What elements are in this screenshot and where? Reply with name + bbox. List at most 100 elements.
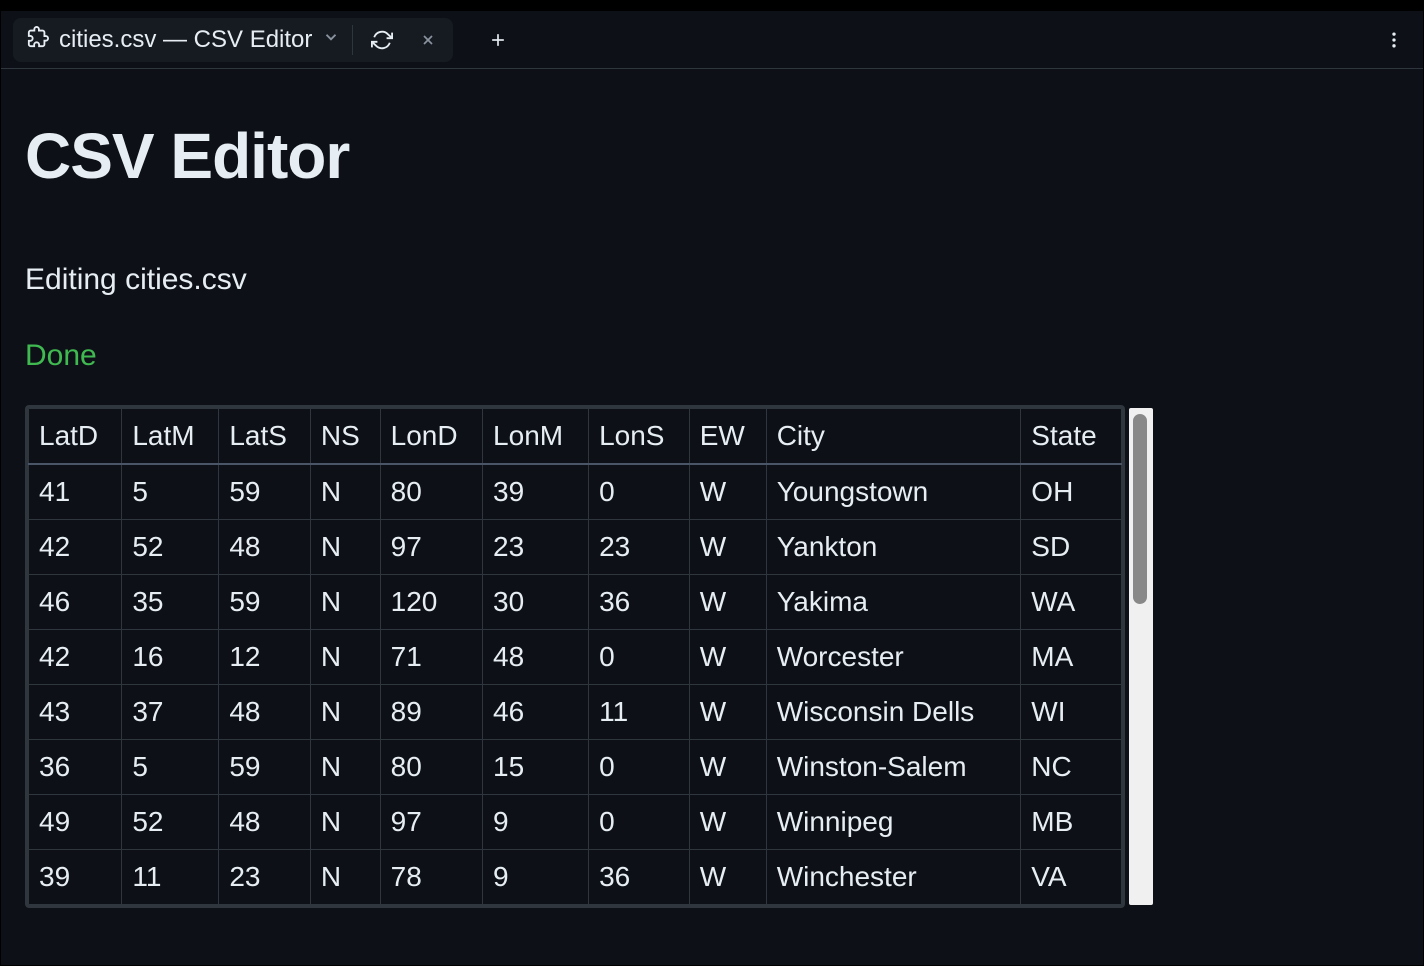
table-cell[interactable]: N — [310, 575, 380, 630]
table-cell[interactable]: 36 — [29, 740, 122, 795]
table-cell[interactable]: 46 — [483, 685, 589, 740]
table-cell[interactable]: N — [310, 850, 380, 905]
table-cell[interactable]: VA — [1021, 850, 1122, 905]
table-cell[interactable]: NC — [1021, 740, 1122, 795]
table-cell[interactable]: 39 — [29, 850, 122, 905]
active-tab[interactable]: cities.csv — CSV Editor — [13, 18, 453, 62]
done-link[interactable]: Done — [25, 339, 97, 373]
table-cell[interactable]: 37 — [122, 685, 219, 740]
table-cell[interactable]: 48 — [483, 630, 589, 685]
close-tab-icon[interactable] — [411, 23, 445, 57]
table-cell[interactable]: 35 — [122, 575, 219, 630]
column-header[interactable]: EW — [689, 409, 766, 465]
table-cell[interactable]: Yakima — [766, 575, 1021, 630]
table-cell[interactable]: 120 — [380, 575, 482, 630]
table-cell[interactable]: 36 — [589, 575, 690, 630]
table-cell[interactable]: 59 — [219, 740, 311, 795]
column-header[interactable]: LonM — [483, 409, 589, 465]
table-cell[interactable]: 97 — [380, 520, 482, 575]
table-row: 425248N972323WYanktonSD — [29, 520, 1122, 575]
table-cell[interactable]: 23 — [219, 850, 311, 905]
table-cell[interactable]: 0 — [589, 630, 690, 685]
column-header[interactable]: LatS — [219, 409, 311, 465]
table-cell[interactable]: N — [310, 520, 380, 575]
table-cell[interactable]: 80 — [380, 740, 482, 795]
table-cell[interactable]: 0 — [589, 795, 690, 850]
column-header[interactable]: State — [1021, 409, 1122, 465]
table-cell[interactable]: 52 — [122, 795, 219, 850]
table-cell[interactable]: W — [689, 575, 766, 630]
column-header[interactable]: City — [766, 409, 1021, 465]
table-cell[interactable]: W — [689, 795, 766, 850]
table-cell[interactable]: 46 — [29, 575, 122, 630]
table-cell[interactable]: Wisconsin Dells — [766, 685, 1021, 740]
more-menu-icon[interactable] — [1377, 23, 1411, 57]
table-cell[interactable]: 23 — [483, 520, 589, 575]
table-cell[interactable]: 5 — [122, 464, 219, 520]
column-header[interactable]: LatM — [122, 409, 219, 465]
table-cell[interactable]: W — [689, 630, 766, 685]
table-cell[interactable]: 15 — [483, 740, 589, 795]
table-cell[interactable]: Worcester — [766, 630, 1021, 685]
table-cell[interactable]: 52 — [122, 520, 219, 575]
table-cell[interactable]: 23 — [589, 520, 690, 575]
table-cell[interactable]: WA — [1021, 575, 1122, 630]
table-cell[interactable]: 59 — [219, 464, 311, 520]
column-header[interactable]: LonS — [589, 409, 690, 465]
table-cell[interactable]: MA — [1021, 630, 1122, 685]
table-cell[interactable]: N — [310, 795, 380, 850]
refresh-icon[interactable] — [365, 23, 399, 57]
table-cell[interactable]: 42 — [29, 520, 122, 575]
table-cell[interactable]: W — [689, 464, 766, 520]
table-cell[interactable]: 71 — [380, 630, 482, 685]
table-cell[interactable]: 39 — [483, 464, 589, 520]
table-cell[interactable]: W — [689, 685, 766, 740]
table-cell[interactable]: 48 — [219, 520, 311, 575]
table-cell[interactable]: MB — [1021, 795, 1122, 850]
scrollbar-thumb[interactable] — [1133, 414, 1147, 604]
table-cell[interactable]: WI — [1021, 685, 1122, 740]
table-cell[interactable]: Youngstown — [766, 464, 1021, 520]
new-tab-button[interactable] — [481, 23, 515, 57]
table-cell[interactable]: 43 — [29, 685, 122, 740]
table-cell[interactable]: 59 — [219, 575, 311, 630]
table-cell[interactable]: 11 — [122, 850, 219, 905]
table-cell[interactable]: 41 — [29, 464, 122, 520]
table-cell[interactable]: 78 — [380, 850, 482, 905]
table-cell[interactable]: 49 — [29, 795, 122, 850]
table-cell[interactable]: 5 — [122, 740, 219, 795]
table-cell[interactable]: 9 — [483, 795, 589, 850]
table-cell[interactable]: W — [689, 740, 766, 795]
table-cell[interactable]: Winston-Salem — [766, 740, 1021, 795]
vertical-scrollbar[interactable] — [1129, 408, 1153, 905]
table-cell[interactable]: Winnipeg — [766, 795, 1021, 850]
table-cell[interactable]: 97 — [380, 795, 482, 850]
column-header[interactable]: LatD — [29, 409, 122, 465]
table-cell[interactable]: 0 — [589, 740, 690, 795]
column-header[interactable]: NS — [310, 409, 380, 465]
table-cell[interactable]: 11 — [589, 685, 690, 740]
table-cell[interactable]: 42 — [29, 630, 122, 685]
table-cell[interactable]: 89 — [380, 685, 482, 740]
chevron-down-icon[interactable] — [322, 28, 340, 51]
table-cell[interactable]: 30 — [483, 575, 589, 630]
table-cell[interactable]: W — [689, 850, 766, 905]
table-cell[interactable]: SD — [1021, 520, 1122, 575]
table-cell[interactable]: N — [310, 685, 380, 740]
table-cell[interactable]: N — [310, 630, 380, 685]
column-header[interactable]: LonD — [380, 409, 482, 465]
table-cell[interactable]: Yankton — [766, 520, 1021, 575]
table-cell[interactable]: 36 — [589, 850, 690, 905]
table-cell[interactable]: 80 — [380, 464, 482, 520]
table-cell[interactable]: 12 — [219, 630, 311, 685]
table-cell[interactable]: 0 — [589, 464, 690, 520]
table-cell[interactable]: 48 — [219, 685, 311, 740]
table-cell[interactable]: OH — [1021, 464, 1122, 520]
table-cell[interactable]: N — [310, 464, 380, 520]
table-cell[interactable]: N — [310, 740, 380, 795]
table-cell[interactable]: W — [689, 520, 766, 575]
table-cell[interactable]: 9 — [483, 850, 589, 905]
table-cell[interactable]: 16 — [122, 630, 219, 685]
table-cell[interactable]: 48 — [219, 795, 311, 850]
table-cell[interactable]: Winchester — [766, 850, 1021, 905]
